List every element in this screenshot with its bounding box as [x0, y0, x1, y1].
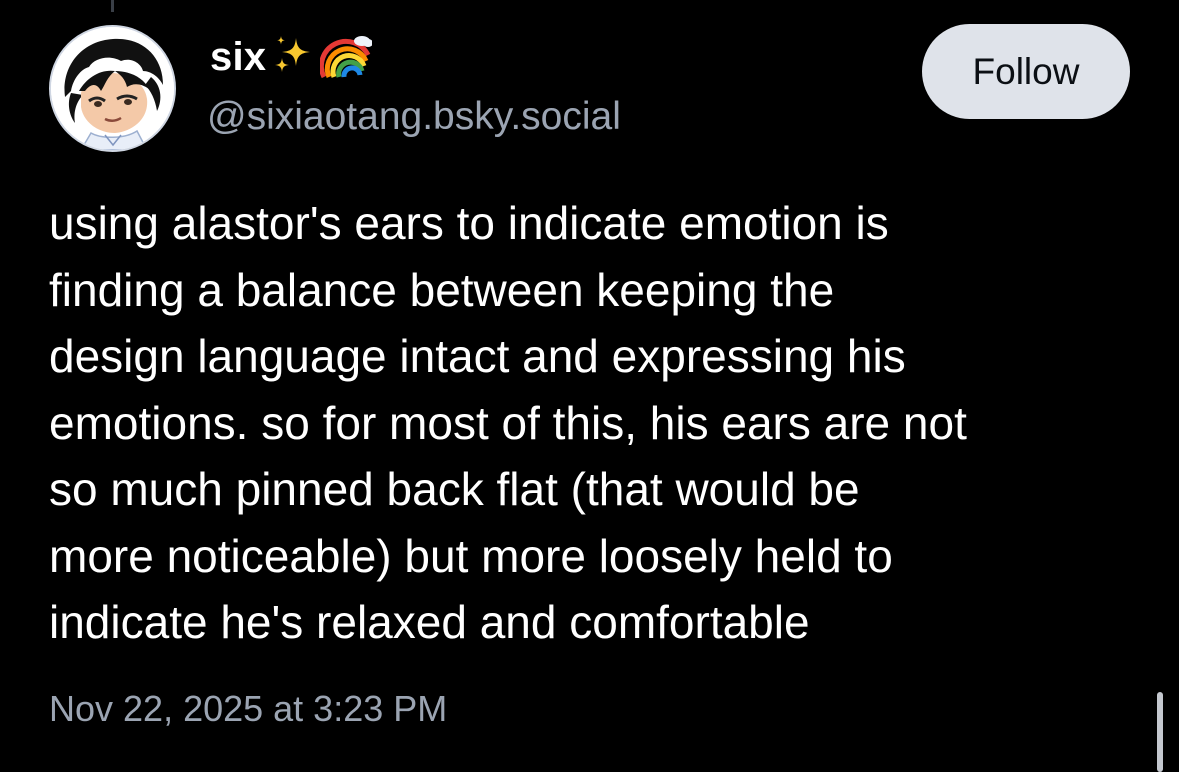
post-timestamp[interactable]: Nov 22, 2025 at 3:23 PM — [49, 688, 447, 730]
avatar-drawing-icon — [51, 27, 174, 150]
post-text-line: emotions. so for most of this, his ears … — [49, 396, 967, 449]
post-text-line: indicate he's relaxed and comfortable — [49, 596, 810, 648]
scrollbar-thumb[interactable] — [1157, 692, 1163, 772]
post-text-line: using alastor's ears to indicate emotion… — [49, 197, 889, 249]
author-handle[interactable]: @sixiaotang.bsky.social — [207, 95, 621, 139]
post-text-line: finding a balance between keeping the — [49, 263, 835, 316]
thread-connector-line — [111, 0, 114, 12]
sparkles-icon — [272, 34, 314, 81]
follow-button[interactable]: Follow — [922, 24, 1130, 119]
post-text-line: so much pinned back flat (that would be — [49, 463, 860, 515]
author-name-row[interactable]: six — [210, 28, 374, 86]
rainbow-icon — [319, 31, 374, 84]
post-text-line: more noticeable) but more loosely held t… — [49, 529, 893, 582]
post-text: using alastor's ears to indicate emotion… — [49, 190, 1139, 656]
post-text-line: design language intact and expressing hi… — [49, 330, 906, 382]
author-display-name[interactable]: six — [210, 35, 266, 80]
author-avatar[interactable] — [49, 25, 176, 152]
